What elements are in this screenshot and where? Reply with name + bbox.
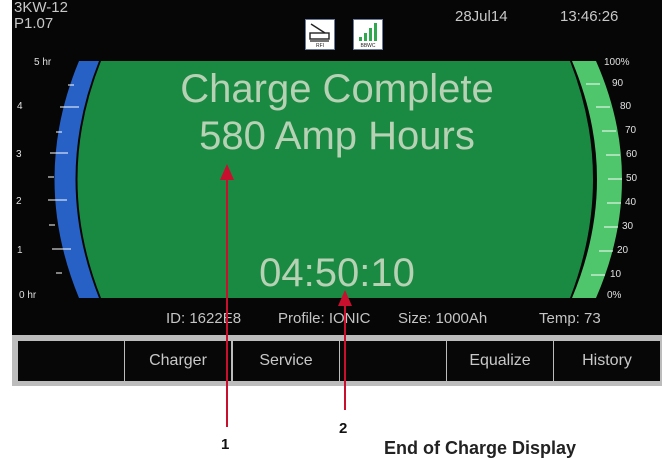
history-button[interactable]: History [554, 341, 660, 381]
softkey-4-button[interactable] [340, 341, 446, 381]
amp-hours-text: 580 Amp Hours [199, 114, 475, 158]
right-gauge-label: 30 [622, 221, 634, 232]
right-gauge-label: 50 [626, 173, 638, 184]
profile-text: Profile: IONIC [278, 310, 371, 327]
right-gauge-label: 100% [604, 57, 630, 68]
charger-button[interactable]: Charger [125, 341, 231, 381]
rfi-icon-label: RFI [316, 43, 324, 49]
right-gauge-label: 80 [620, 101, 632, 112]
figure-caption: End of Charge Display [384, 438, 577, 458]
right-gauge-label: 40 [625, 197, 637, 208]
model-label: 3KW-12 [14, 0, 68, 16]
right-gauge-label: 10 [610, 269, 622, 280]
version-label: P1.07 [14, 15, 54, 32]
date-label: 28Jul14 [455, 8, 508, 25]
right-gauge-label: 20 [617, 245, 629, 256]
service-button[interactable]: Service [233, 341, 339, 381]
left-gauge-label: 3 [16, 149, 22, 160]
temperature-text: Temp: 73 [539, 310, 601, 327]
left-gauge-label: 4 [17, 101, 23, 112]
left-gauge-label: 5 hr [34, 57, 52, 68]
bbwc-signal-icon: BBWC [353, 19, 383, 50]
elapsed-time-text: 04:50:10 [259, 251, 415, 295]
bbwc-icon-label: BBWC [361, 43, 376, 49]
left-gauge-label: 0 hr [19, 290, 37, 301]
charger-screen: 3KW-12 P1.07 28Jul14 13:46:26 RFI BBWC C… [12, 0, 662, 386]
time-label: 13:46:26 [560, 8, 619, 25]
callout-1-number: 1 [221, 436, 230, 453]
charge-status-text: Charge Complete [180, 67, 494, 111]
charger-info-bar: ID: 1622E8 Profile: IONIC Size: 1000Ah T… [12, 307, 662, 331]
charge-gauge-area: Charge Complete 580 Amp Hours 04:50:10 5… [12, 57, 662, 302]
right-gauge-label: 90 [612, 78, 624, 89]
rfi-icon: RFI [305, 19, 335, 50]
right-gauge-label: 0% [607, 290, 622, 301]
callout-2-number: 2 [339, 420, 348, 437]
softkey-1-button[interactable] [18, 341, 124, 381]
battery-size-text: Size: 1000Ah [398, 310, 488, 327]
equalize-button[interactable]: Equalize [447, 341, 553, 381]
softkey-strip: Charger Service Equalize History [12, 335, 662, 386]
right-gauge-label: 60 [626, 149, 638, 160]
right-gauge-label: 70 [625, 125, 637, 136]
left-gauge-label: 1 [17, 245, 23, 256]
left-gauge-label: 2 [16, 196, 22, 207]
battery-id-text: ID: 1622E8 [166, 310, 242, 327]
